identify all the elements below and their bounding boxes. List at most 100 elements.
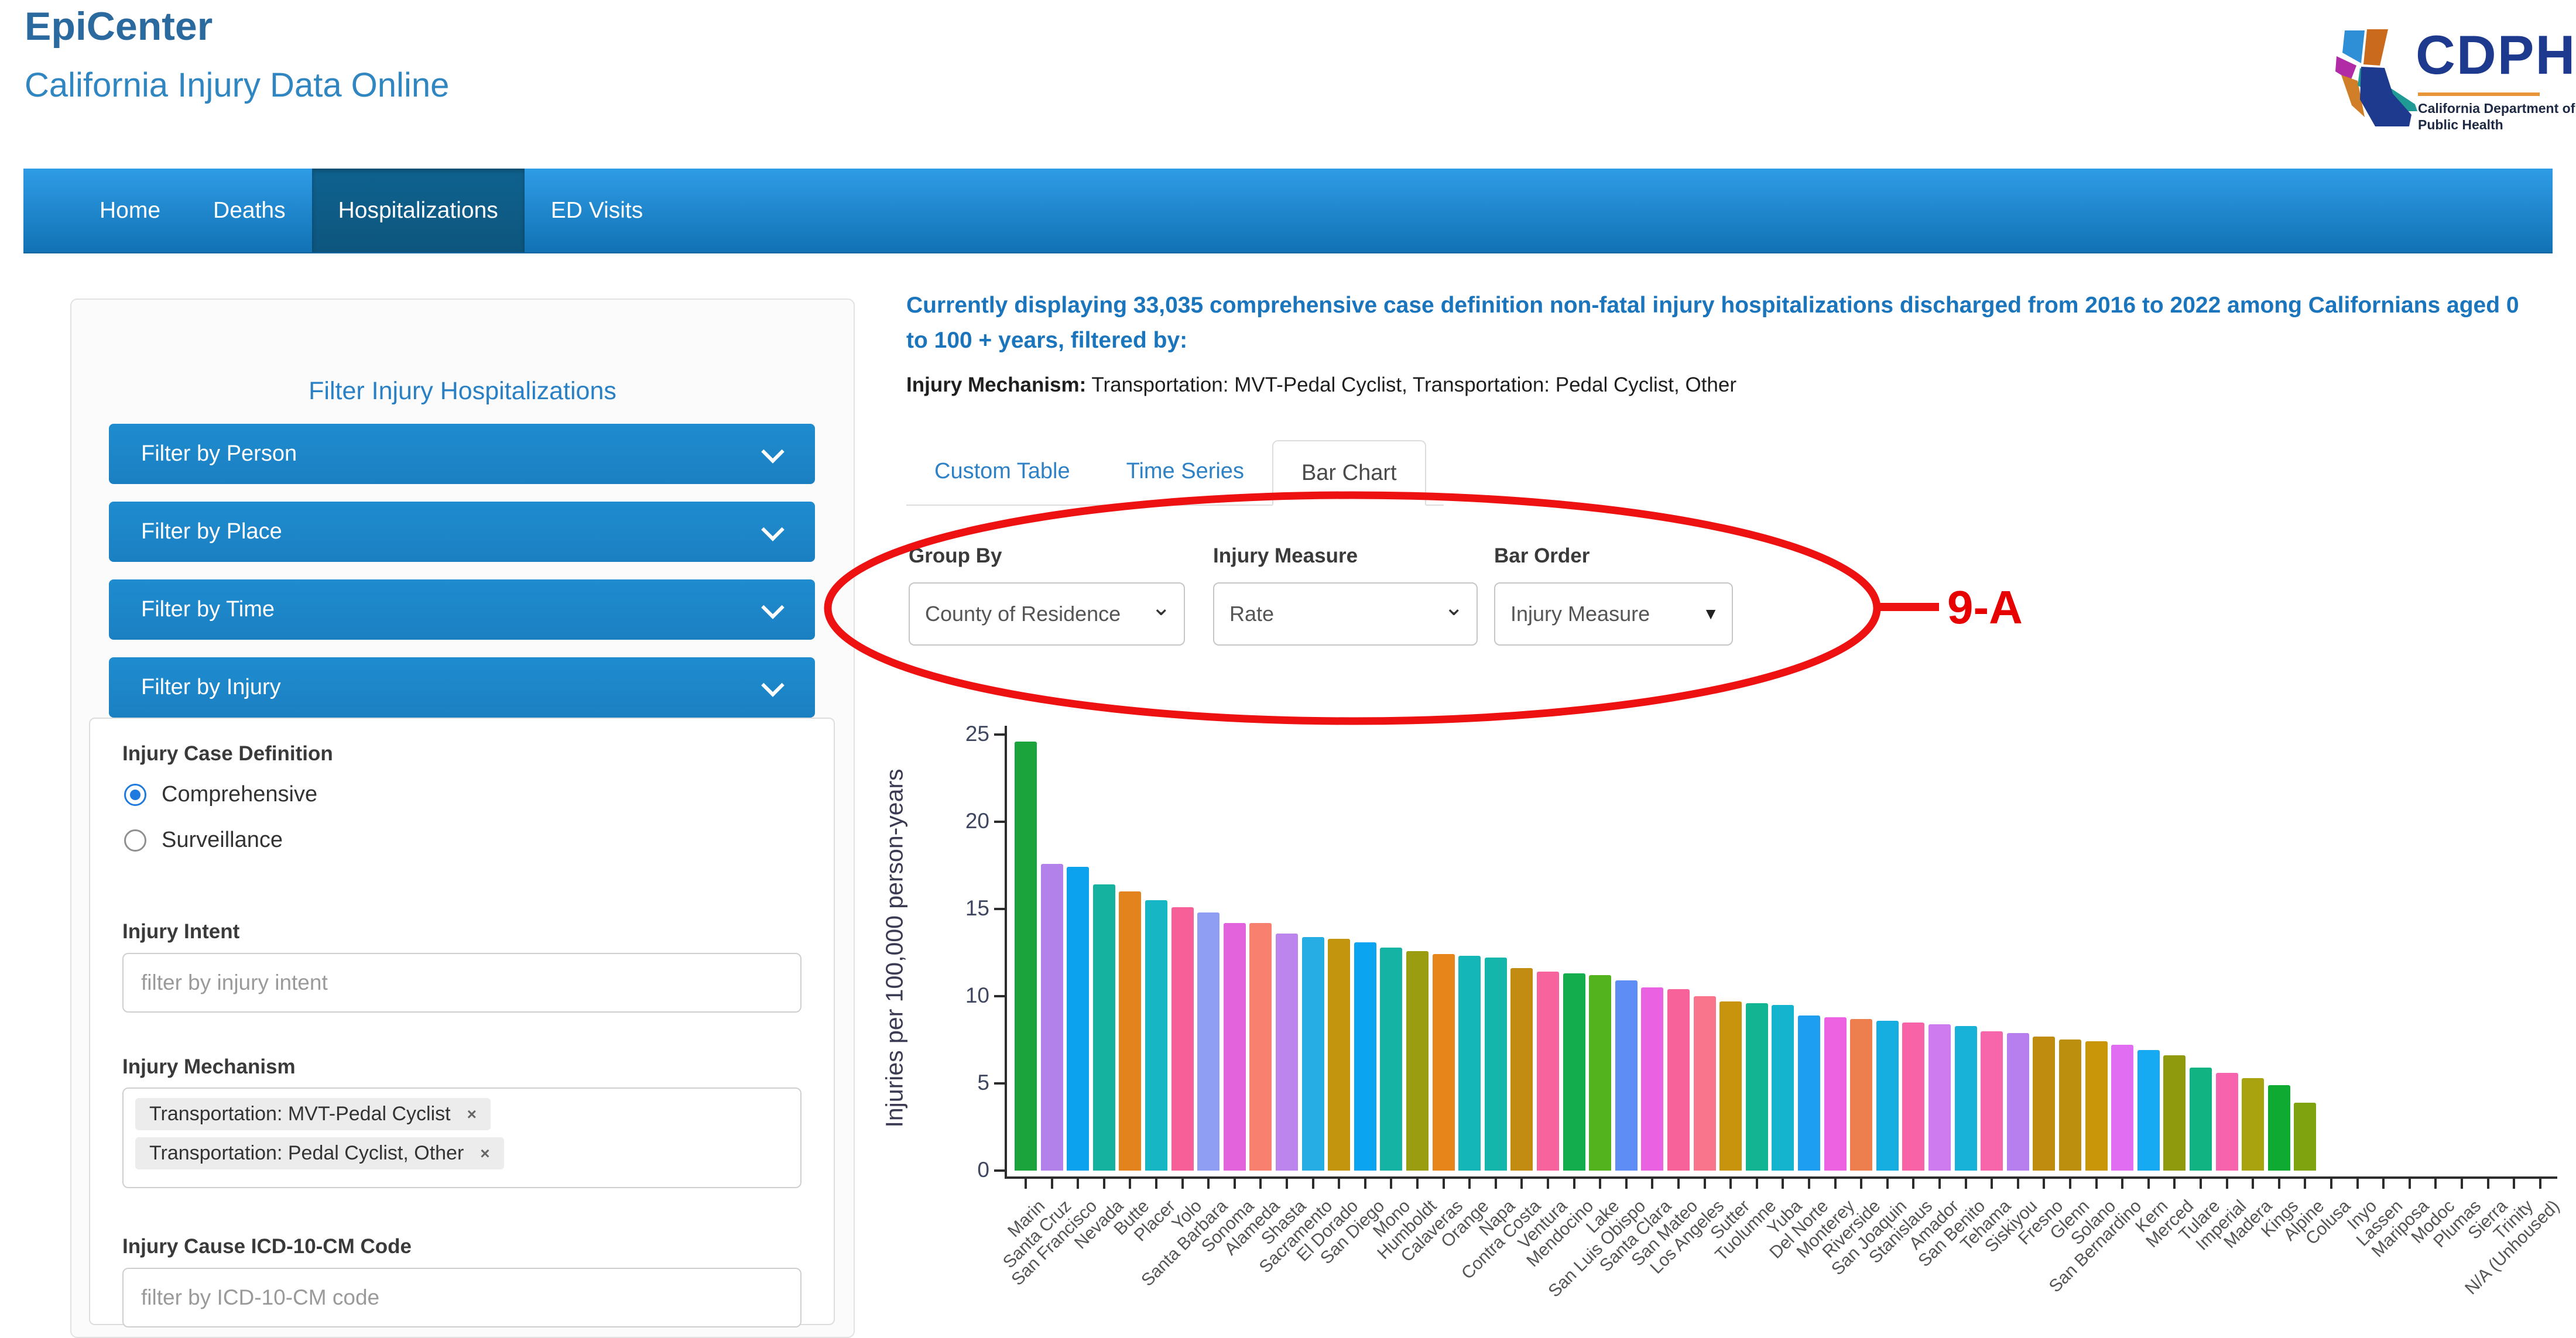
y-tick-label: 20 bbox=[925, 809, 989, 833]
bar-fresno[interactable] bbox=[2033, 1037, 2055, 1171]
x-axis-line bbox=[1005, 1176, 2557, 1179]
x-tick bbox=[2252, 1179, 2254, 1189]
bar-marin[interactable] bbox=[1015, 742, 1037, 1171]
bar-san-francisco[interactable] bbox=[1067, 867, 1089, 1171]
x-tick bbox=[1834, 1179, 1837, 1189]
x-tick bbox=[1704, 1179, 1706, 1189]
bar-sutter[interactable] bbox=[1719, 1001, 1742, 1171]
bar-el-dorado[interactable] bbox=[1328, 939, 1350, 1171]
bar-madera[interactable] bbox=[2242, 1078, 2264, 1171]
bar-imperial[interactable] bbox=[2216, 1073, 2238, 1171]
x-tick bbox=[2382, 1179, 2385, 1189]
bar-lake[interactable] bbox=[1589, 975, 1611, 1171]
x-tick bbox=[1651, 1179, 1653, 1189]
x-tick bbox=[2278, 1179, 2280, 1189]
bar-shasta[interactable] bbox=[1276, 934, 1298, 1171]
bar-kern[interactable] bbox=[2137, 1050, 2160, 1171]
x-tick bbox=[1051, 1179, 1053, 1189]
bar-san-joaquin[interactable] bbox=[1876, 1021, 1899, 1171]
annotation-label: 9-A bbox=[1947, 581, 2023, 634]
x-tick bbox=[1077, 1179, 1079, 1189]
bar-nevada[interactable] bbox=[1093, 884, 1115, 1171]
bar-santa-cruz[interactable] bbox=[1041, 864, 1063, 1171]
bar-san-bernardino[interactable] bbox=[2111, 1045, 2133, 1171]
bar-sacramento[interactable] bbox=[1302, 937, 1324, 1171]
bar-humboldt[interactable] bbox=[1406, 951, 1429, 1171]
bar-yolo[interactable] bbox=[1171, 907, 1194, 1171]
bar-san-mateo[interactable] bbox=[1667, 989, 1690, 1171]
x-tick bbox=[1234, 1179, 1236, 1189]
x-tick bbox=[2539, 1179, 2541, 1189]
x-tick bbox=[2043, 1179, 2045, 1189]
bar-santa-clara[interactable] bbox=[1641, 987, 1663, 1171]
x-tick bbox=[1965, 1179, 1967, 1189]
bar-napa[interactable] bbox=[1485, 958, 1507, 1171]
x-tick bbox=[2487, 1179, 2489, 1189]
bar-calaveras[interactable] bbox=[1433, 954, 1455, 1171]
bar-chart: Injuries per 100,000 person-years 051015… bbox=[0, 0, 2576, 1337]
x-tick bbox=[1573, 1179, 1575, 1189]
y-axis-title: Injuries per 100,000 person-years bbox=[881, 769, 909, 1127]
bar-riverside[interactable] bbox=[1850, 1019, 1872, 1171]
bar-san-diego[interactable] bbox=[1354, 942, 1376, 1171]
x-tick bbox=[1860, 1179, 1862, 1189]
x-tick bbox=[2226, 1179, 2228, 1189]
y-tick bbox=[994, 908, 1005, 910]
x-tick bbox=[2069, 1179, 2071, 1189]
x-tick bbox=[1495, 1179, 1497, 1189]
bar-san-luis-obispo[interactable] bbox=[1615, 980, 1638, 1171]
x-tick bbox=[1468, 1179, 1471, 1189]
x-tick bbox=[1729, 1179, 1732, 1189]
bar-mendocino[interactable] bbox=[1563, 973, 1585, 1171]
bar-ventura[interactable] bbox=[1537, 972, 1559, 1171]
x-tick bbox=[1782, 1179, 1784, 1189]
bar-monterey[interactable] bbox=[1824, 1017, 1847, 1171]
x-tick bbox=[2513, 1179, 2515, 1189]
bar-sonoma[interactable] bbox=[1224, 923, 1246, 1171]
bar-glenn[interactable] bbox=[2059, 1039, 2081, 1171]
bar-butte[interactable] bbox=[1119, 891, 1141, 1171]
y-tick bbox=[994, 1082, 1005, 1085]
x-tick bbox=[1625, 1179, 1628, 1189]
bar-san-benito[interactable] bbox=[1955, 1026, 1977, 1171]
x-tick bbox=[2121, 1179, 2123, 1189]
bar-del-norte[interactable] bbox=[1798, 1015, 1820, 1171]
x-tick bbox=[1443, 1179, 1445, 1189]
y-tick-label: 25 bbox=[925, 722, 989, 746]
x-tick bbox=[1259, 1179, 1262, 1189]
bar-placer[interactable] bbox=[1145, 900, 1167, 1171]
bar-kings[interactable] bbox=[2268, 1085, 2290, 1171]
bar-siskiyou[interactable] bbox=[2007, 1033, 2029, 1171]
y-axis-line bbox=[1005, 726, 1007, 1179]
bar-alpine[interactable] bbox=[2294, 1103, 2316, 1171]
x-tick bbox=[2017, 1179, 2019, 1189]
bar-tulare[interactable] bbox=[2190, 1068, 2212, 1171]
bar-santa-barbara[interactable] bbox=[1197, 912, 1220, 1171]
bar-amador[interactable] bbox=[1928, 1024, 1951, 1171]
x-tick bbox=[2409, 1179, 2411, 1189]
bar-solano[interactable] bbox=[2085, 1041, 2108, 1171]
x-tick bbox=[1181, 1179, 1184, 1189]
bar-stanislaus[interactable] bbox=[1902, 1023, 1924, 1171]
bar-alameda[interactable] bbox=[1249, 923, 1272, 1171]
bar-tehama[interactable] bbox=[1981, 1031, 2003, 1171]
x-tick bbox=[1025, 1179, 1027, 1189]
x-tick bbox=[2200, 1179, 2202, 1189]
x-tick bbox=[1129, 1179, 1131, 1189]
y-tick bbox=[994, 821, 1005, 823]
bar-mono[interactable] bbox=[1380, 948, 1402, 1171]
x-tick bbox=[1286, 1179, 1288, 1189]
bar-yuba[interactable] bbox=[1772, 1005, 1794, 1171]
x-tick bbox=[1756, 1179, 1758, 1189]
bar-merced[interactable] bbox=[2163, 1055, 2186, 1171]
x-tick bbox=[1547, 1179, 1549, 1189]
bar-los-angeles[interactable] bbox=[1694, 996, 1716, 1171]
x-tick bbox=[1155, 1179, 1157, 1189]
x-tick bbox=[1886, 1179, 1889, 1189]
y-tick-label: 0 bbox=[925, 1158, 989, 1182]
bar-orange[interactable] bbox=[1458, 956, 1481, 1171]
bar-contra-costa[interactable] bbox=[1510, 968, 1533, 1171]
bar-tuolumne[interactable] bbox=[1746, 1003, 1768, 1171]
x-tick bbox=[1103, 1179, 1105, 1189]
y-tick bbox=[994, 1169, 1005, 1172]
